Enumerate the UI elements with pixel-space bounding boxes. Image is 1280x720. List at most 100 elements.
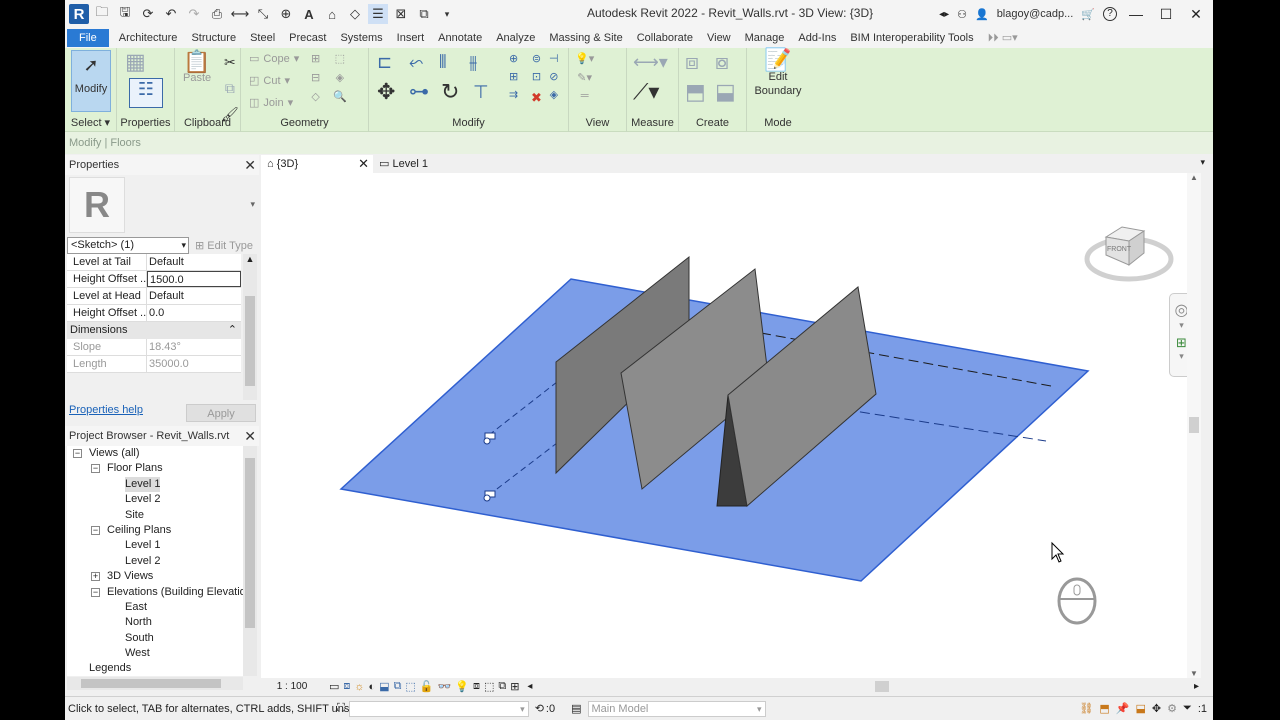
worksets-icon[interactable]: ⛶	[337, 702, 345, 715]
tree-item[interactable]: − Elevations (Building Elevatio	[67, 585, 243, 600]
select-pinned-icon[interactable]: 📌	[1116, 702, 1130, 715]
section-icon[interactable]: ◇	[345, 4, 365, 24]
paint-icon[interactable]: ◇	[311, 90, 319, 103]
tab-menu-icon[interactable]: ▾	[1200, 157, 1205, 168]
select-dropdown[interactable]: Select ▾	[65, 116, 116, 129]
property-value-input[interactable]: 1500.0	[147, 271, 241, 287]
analytical-model-icon[interactable]: ⬚	[484, 680, 494, 693]
collapse-icon[interactable]: −	[91, 525, 100, 535]
save-icon[interactable]: 🖫	[115, 4, 135, 24]
tree-item[interactable]: +3D Views	[67, 569, 243, 584]
collapse-icon[interactable]: −	[91, 587, 100, 597]
dimension-icon[interactable]: ⤡	[253, 4, 273, 24]
viewcube[interactable]: FRONT	[1084, 226, 1174, 282]
properties-help-link[interactable]: Properties help	[69, 404, 143, 416]
unpin-icon[interactable]: ⊜	[532, 52, 541, 65]
override-icon[interactable]: ✎▾	[577, 71, 592, 84]
filter-icon[interactable]: ⏷	[1183, 702, 1192, 715]
tab-3d-view[interactable]: ⌂ {3D} ✕	[261, 155, 373, 173]
sun-path-icon[interactable]: ☼	[354, 681, 364, 693]
more-tabs-icon[interactable]: ⏵⏵ ▭▾	[981, 31, 1025, 45]
tree-item[interactable]: North	[67, 615, 243, 630]
drawing-area[interactable]: FRONT ◎ ▾ ⊞ ▾ ▲ ▼	[261, 173, 1201, 678]
pick-icon[interactable]: 🔍	[333, 90, 347, 103]
scroll-up-icon[interactable]: ▲	[243, 254, 257, 264]
temp-hide-icon[interactable]: 👓	[438, 680, 452, 693]
tab-file[interactable]: File	[67, 29, 109, 47]
scrollbar-thumb[interactable]	[245, 458, 255, 628]
linework-icon[interactable]: ═	[581, 90, 589, 102]
scroll-down-icon[interactable]: ▼	[1187, 669, 1201, 678]
switch-windows-icon[interactable]: ⧉	[414, 4, 434, 24]
help-icon[interactable]: ?	[1103, 7, 1117, 21]
3d-view-icon[interactable]: ⌂	[322, 4, 342, 24]
tab-analyze[interactable]: Analyze	[489, 32, 542, 44]
select-by-face-icon[interactable]: ⬓	[1136, 702, 1146, 715]
detail-level-icon[interactable]: ▭	[329, 680, 339, 693]
scrollbar-thumb[interactable]	[1189, 417, 1199, 433]
collapse-icon[interactable]: −	[91, 464, 100, 474]
remove-paint-icon[interactable]: ◈	[336, 71, 344, 84]
scrollbar-thumb[interactable]	[81, 679, 221, 688]
tab-manage[interactable]: Manage	[738, 32, 792, 44]
tree-item[interactable]: Level 2	[67, 554, 243, 569]
pin-icon[interactable]: ⊡	[532, 70, 541, 83]
property-group-header[interactable]: Dimensions ⌃	[67, 322, 241, 339]
offset-icon[interactable]: ⬿	[409, 52, 423, 72]
tab-view[interactable]: View	[700, 32, 738, 44]
join-button[interactable]: ◫ Join ▾	[249, 96, 293, 110]
text-icon[interactable]: A	[299, 4, 319, 24]
browser-vscrollbar[interactable]	[243, 446, 257, 676]
type-dropdown-icon[interactable]: ▾	[125, 177, 255, 235]
sync-icon[interactable]: ⟳	[138, 4, 158, 24]
measure-icon[interactable]: ⟷	[230, 4, 250, 24]
user-name[interactable]: blagoy@cadp...	[997, 8, 1074, 20]
tab-systems[interactable]: Systems	[333, 32, 389, 44]
scrollbar-thumb[interactable]	[245, 296, 255, 386]
edit-boundary-button[interactable]: 📝 Edit Boundary	[751, 49, 805, 98]
property-value[interactable]: Default	[147, 254, 241, 270]
print-icon[interactable]: ⎙	[207, 4, 227, 24]
close-hidden-icon[interactable]: ⊠	[391, 4, 411, 24]
crop-view-icon[interactable]: ⧉	[394, 680, 402, 693]
tree-item[interactable]: West	[67, 646, 243, 661]
tree-item[interactable]: Level 2	[67, 492, 243, 507]
background-process-icon[interactable]: ⚙	[1167, 702, 1177, 715]
reveal-hidden-icon[interactable]: 💡	[455, 680, 469, 693]
render-icon[interactable]: ⬓	[379, 680, 389, 693]
delete-icon[interactable]: ✖	[531, 88, 542, 108]
search-arrow-icon[interactable]: ◂▸	[939, 9, 949, 20]
tab-level-1[interactable]: ▭ Level 1	[373, 155, 473, 173]
highlight-displacement-icon[interactable]: ⧉	[498, 680, 506, 693]
worksharing-icon[interactable]: ⧈	[473, 680, 480, 693]
split-gap-icon[interactable]: ⊘	[549, 70, 558, 83]
select-links-icon[interactable]: ⛓	[1079, 702, 1093, 715]
move-icon[interactable]: ✥	[377, 81, 395, 103]
tab-structure[interactable]: Structure	[184, 32, 243, 44]
unlocked-view-icon[interactable]: 🔓	[420, 680, 434, 693]
type-properties-button[interactable]: ▦	[125, 51, 146, 73]
properties-button[interactable]: ☷	[129, 78, 163, 108]
editable-only-icon[interactable]: ⟲	[535, 702, 544, 715]
user-icon[interactable]: 👤	[975, 8, 989, 21]
undo-icon[interactable]: ↶	[161, 4, 181, 24]
split-icon[interactable]: ⊕	[509, 52, 518, 65]
modify-button[interactable]: ➚ Modify	[71, 50, 111, 112]
maximize-button[interactable]: ☐	[1155, 6, 1177, 23]
create-assembly-icon[interactable]: ⧈	[685, 51, 699, 73]
design-option-dropdown[interactable]: Main Model ▾	[587, 700, 766, 717]
trim-extend-icon[interactable]: ⊣	[549, 52, 559, 65]
mirror-draw-icon[interactable]: ⫵	[469, 52, 477, 72]
type-selector[interactable]: R ▾	[69, 177, 255, 235]
array-icon[interactable]: ⊞	[509, 70, 518, 83]
create-parts-icon[interactable]: ⧇	[715, 51, 729, 73]
apply-button[interactable]: Apply	[186, 404, 256, 422]
open-icon[interactable]: 🗀	[92, 4, 112, 24]
tab-precast[interactable]: Precast	[282, 32, 333, 44]
thin-lines-icon[interactable]: ☰	[368, 4, 388, 24]
tree-item[interactable]: Site	[67, 508, 243, 523]
cut-geometry-button[interactable]: ◰ Cut ▾	[249, 74, 290, 88]
mirror-axis-icon[interactable]: ⫴	[439, 52, 447, 72]
close-tab-icon[interactable]: ✕	[358, 155, 369, 173]
canvas-vscrollbar[interactable]: ▲ ▼	[1187, 173, 1201, 678]
